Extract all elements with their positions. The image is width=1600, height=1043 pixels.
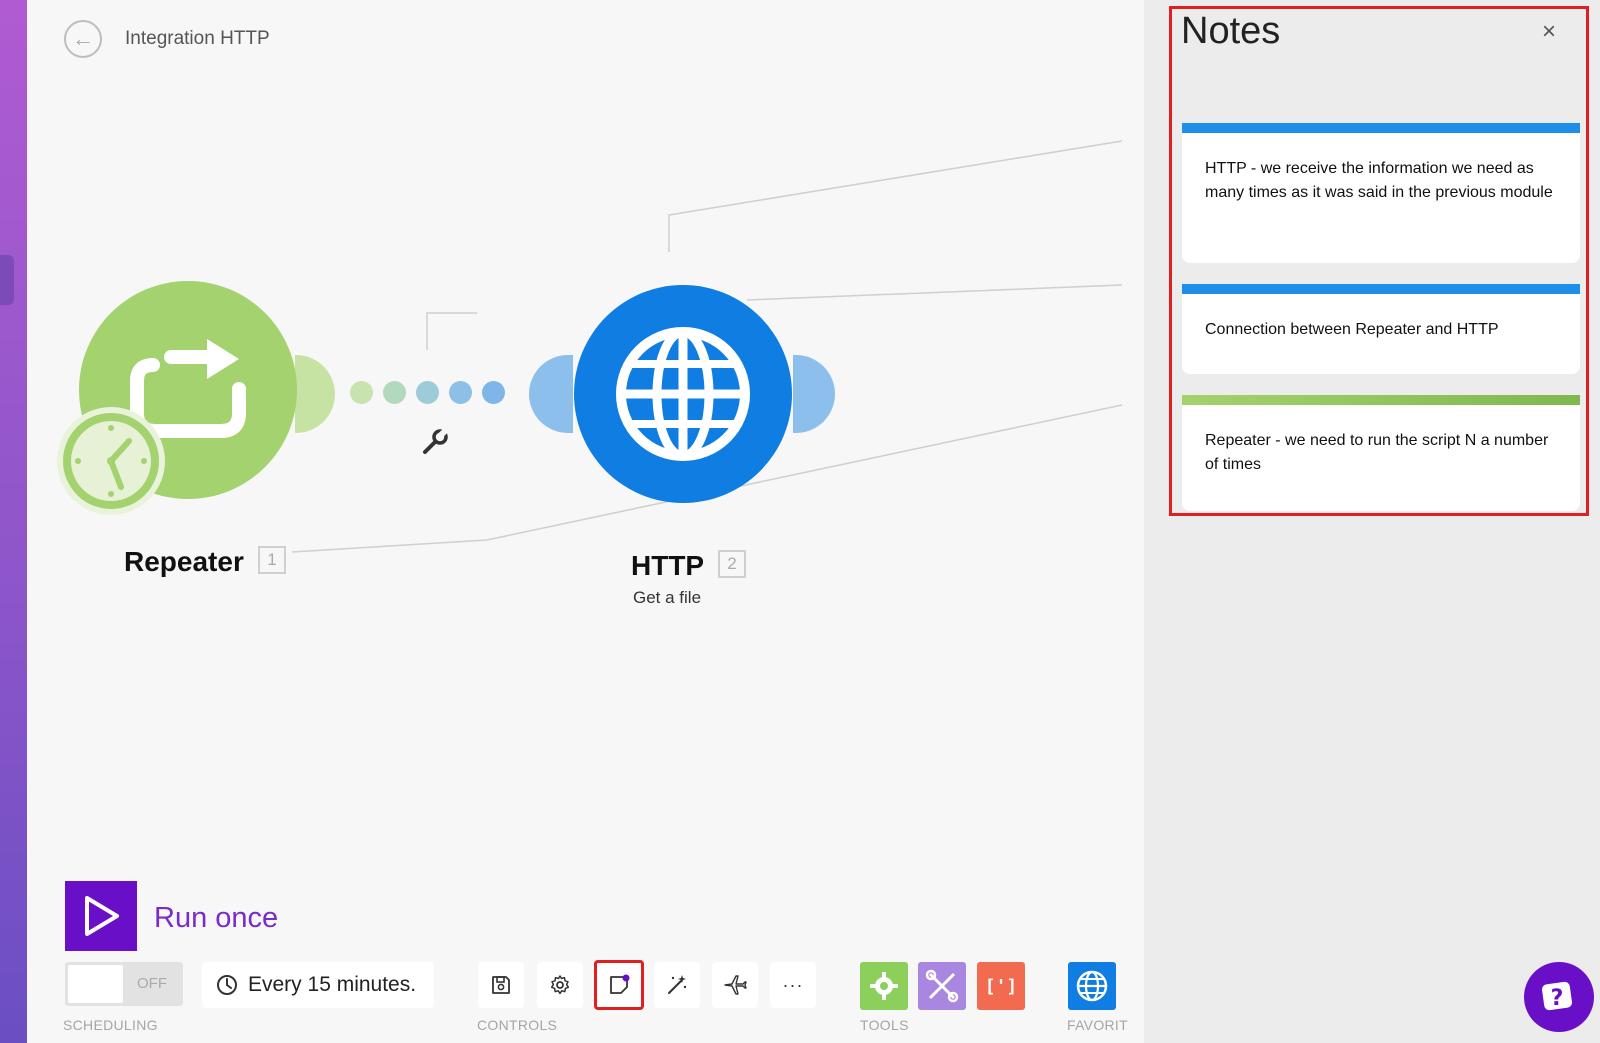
note-text: Connection between Repeater and HTTP <box>1205 321 1499 338</box>
json-brackets-icon: ['] <box>984 975 1018 997</box>
favorite-http-button[interactable] <box>1068 962 1116 1010</box>
note-connector-lines <box>291 140 1123 553</box>
toggle-knob <box>68 965 123 1003</box>
save-icon <box>492 976 510 994</box>
controls-section-label: CONTROLS <box>477 1017 558 1033</box>
http-module-label: HTTP <box>631 550 705 581</box>
play-icon <box>85 896 119 936</box>
sidebar-tab[interactable] <box>0 255 14 305</box>
clock-icon <box>71 421 151 501</box>
note-color-bar <box>1182 395 1580 405</box>
note-card[interactable]: Repeater - we need to run the script N a… <box>1182 395 1580 511</box>
notes-title: Notes <box>1181 10 1281 52</box>
http-module-number: 2 <box>718 550 746 578</box>
route-dot <box>482 381 505 404</box>
route-dot <box>449 381 472 404</box>
globe-icon <box>616 327 750 461</box>
note-card[interactable]: HTTP - we receive the information we nee… <box>1182 123 1580 263</box>
note-text: Repeater - we need to run the script N a… <box>1205 432 1549 473</box>
explain-flow-button[interactable] <box>712 962 758 1008</box>
http-module-subtitle: Get a file <box>633 588 702 607</box>
tools-json-button[interactable]: ['] <box>977 962 1025 1010</box>
note-color-bar <box>1182 284 1580 294</box>
gear-icon <box>550 975 570 995</box>
note-text: HTTP - we receive the information we nee… <box>1205 160 1553 201</box>
repeater-module-label: Repeater <box>124 546 244 577</box>
wrench-icon[interactable] <box>421 428 449 461</box>
help-icon: ? <box>1541 981 1573 1011</box>
repeater-module-number: 1 <box>258 546 286 574</box>
auto-align-button[interactable] <box>654 962 700 1008</box>
scenario-settings-button[interactable] <box>537 962 583 1008</box>
tools-icon <box>925 969 959 1003</box>
route-dot <box>416 381 439 404</box>
run-once-button[interactable] <box>65 881 137 951</box>
favorites-section-label: FAVORIT <box>1067 1017 1128 1033</box>
note-card[interactable]: Connection between Repeater and HTTP <box>1182 284 1580 374</box>
schedule-clock-icon[interactable] <box>57 407 165 515</box>
tools-section-label: TOOLS <box>860 1017 909 1033</box>
tools-flow-control-button[interactable] <box>860 962 908 1010</box>
notes-button[interactable] <box>594 960 644 1010</box>
tools-utilities-button[interactable] <box>918 962 966 1010</box>
scheduling-section-label: SCHEDULING <box>63 1017 158 1033</box>
run-once-label[interactable]: Run once <box>154 902 278 935</box>
help-button[interactable]: ? <box>1524 962 1594 1032</box>
gear-icon <box>870 972 898 1000</box>
schedule-interval-button[interactable]: Every 15 minutes. <box>202 962 434 1008</box>
route-dot <box>383 381 406 404</box>
save-button[interactable] <box>478 962 524 1008</box>
route-dot <box>350 381 373 404</box>
more-controls-button[interactable]: ··· <box>770 962 816 1008</box>
magic-wand-icon <box>668 975 687 994</box>
globe-icon <box>1076 970 1108 1002</box>
scheduling-toggle[interactable]: OFF <box>65 962 183 1006</box>
clock-icon <box>217 975 237 995</box>
more-icon: ··· <box>782 974 804 995</box>
schedule-interval-text: Every 15 minutes. <box>248 973 417 996</box>
note-icon <box>610 974 630 994</box>
note-color-bar <box>1182 123 1580 133</box>
scenario-canvas[interactable]: ← Integration HTTP Repeater 1 HTTP 2 Get… <box>27 0 1144 1043</box>
svg-text:?: ? <box>1551 986 1564 1011</box>
left-sidebar-rail <box>0 0 27 1043</box>
close-icon[interactable]: × <box>1542 18 1556 46</box>
airplane-icon <box>724 975 747 995</box>
http-module[interactable] <box>574 285 792 503</box>
toggle-state: OFF <box>137 975 167 992</box>
